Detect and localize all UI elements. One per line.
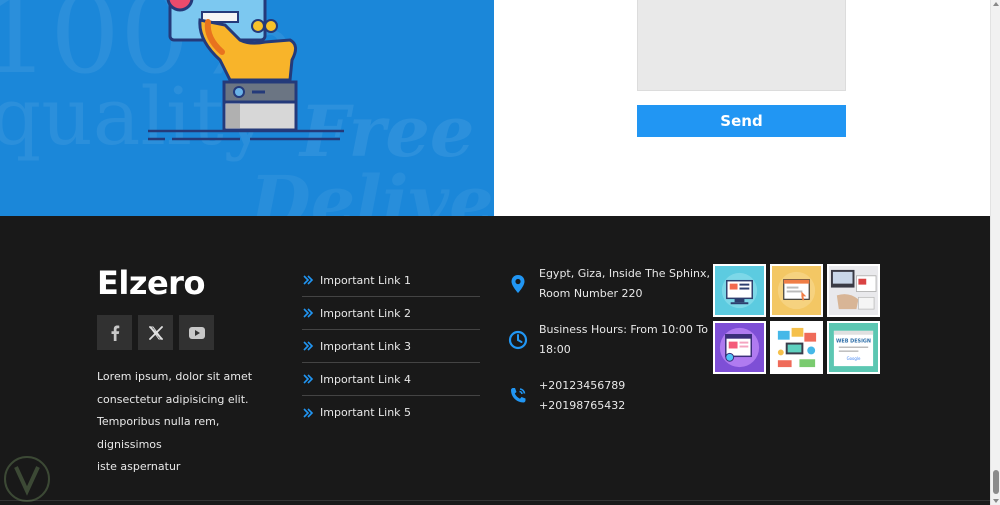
gallery-thumb-5[interactable] — [770, 321, 823, 374]
double-chevron-right-icon — [303, 374, 314, 384]
footer-link-label[interactable]: Important Link 5 — [320, 406, 411, 419]
gallery-image: WEB DESIGN Google — [829, 323, 878, 372]
hero-image: 100% quality Free Delivery — [0, 0, 494, 216]
gallery-image — [829, 266, 878, 315]
top-section: 100% quality Free Delivery — [0, 0, 990, 216]
about-line: iste aspernatur — [97, 460, 181, 473]
social-links — [97, 315, 214, 350]
x-twitter-button[interactable] — [138, 315, 173, 350]
contact-address: Egypt, Giza, Inside The Sphinx, Room Num… — [508, 264, 710, 304]
hours-line: Business Hours: From 10:00 To — [539, 323, 708, 336]
footer-link-4[interactable]: Important Link 4 — [302, 363, 480, 396]
page-scrollbar[interactable] — [990, 0, 1000, 505]
footer-link-3[interactable]: Important Link 3 — [302, 330, 480, 363]
scrollbar-thumb[interactable] — [993, 470, 999, 494]
address-line: Egypt, Giza, Inside The Sphinx, — [539, 267, 710, 280]
message-textarea[interactable] — [637, 0, 846, 91]
about-line: consectetur adipisicing elit. — [97, 392, 249, 406]
footer-links: Important Link 1 Important Link 2 Import… — [302, 264, 480, 429]
footer-link-label[interactable]: Important Link 4 — [320, 373, 411, 386]
send-button[interactable]: Send — [637, 105, 846, 137]
svg-text:Google: Google — [847, 356, 861, 361]
clock-icon — [508, 330, 528, 350]
footer-link-label[interactable]: Important Link 1 — [320, 274, 411, 287]
about-line: Temporibus nulla rem, dignissimos — [97, 415, 220, 451]
youtube-icon — [188, 326, 205, 339]
footer-divider — [0, 500, 990, 501]
youtube-button[interactable] — [179, 315, 214, 350]
phone-volume-icon — [511, 388, 526, 403]
footer: Elzero Lorem ipsum, dolor sit amet conse… — [0, 216, 990, 505]
footer-link-1[interactable]: Important Link 1 — [302, 264, 480, 297]
scroll-down-arrow-icon[interactable] — [993, 499, 999, 503]
location-pin-icon — [511, 275, 525, 293]
address-line: Room Number 220 — [539, 287, 643, 300]
page: 100% quality Free Delivery — [0, 0, 1000, 505]
about-line: Lorem ipsum, dolor sit amet — [97, 370, 253, 383]
gallery-image — [715, 266, 764, 315]
gallery-image — [772, 323, 821, 372]
hours-line: 18:00 — [539, 343, 571, 356]
footer-gallery: WEB DESIGN Google — [713, 264, 880, 374]
footer-brand: Elzero — [97, 264, 205, 302]
contact-hours: Business Hours: From 10:00 To 18:00 — [508, 320, 708, 360]
footer-link-label[interactable]: Important Link 2 — [320, 307, 411, 320]
double-chevron-right-icon — [303, 341, 314, 351]
svg-text:WEB DESIGN: WEB DESIGN — [836, 339, 871, 345]
gallery-thumb-4[interactable] — [713, 321, 766, 374]
footer-link-label[interactable]: Important Link 3 — [320, 340, 411, 353]
contact-form: Send — [494, 0, 990, 216]
phone-number: +20198765432 — [539, 399, 626, 412]
footer-about-text: Lorem ipsum, dolor sit amet consectetur … — [97, 366, 272, 479]
gallery-thumb-3[interactable] — [827, 264, 880, 317]
footer-contact-info: Egypt, Giza, Inside The Sphinx, Room Num… — [508, 264, 710, 432]
double-chevron-right-icon — [303, 407, 314, 418]
double-chevron-right-icon — [303, 275, 314, 285]
double-chevron-right-icon — [303, 308, 314, 318]
watermark-delivery: Delivery — [250, 160, 494, 216]
scroll-up-arrow-icon[interactable] — [993, 2, 999, 6]
gallery-thumb-2[interactable] — [770, 264, 823, 317]
phone-number: +20123456789 — [539, 379, 626, 392]
watermark-shield-logo — [4, 456, 50, 502]
facebook-button[interactable] — [97, 315, 132, 350]
hand-holding-box-illustration — [148, 0, 344, 141]
gallery-thumb-1[interactable] — [713, 264, 766, 317]
footer-link-5[interactable]: Important Link 5 — [302, 396, 480, 429]
gallery-thumb-6[interactable]: WEB DESIGN Google — [827, 321, 880, 374]
gallery-image — [715, 323, 764, 372]
footer-link-2[interactable]: Important Link 2 — [302, 297, 480, 330]
facebook-icon — [111, 325, 119, 341]
contact-phones: +20123456789 +20198765432 — [508, 376, 698, 416]
x-twitter-icon — [148, 325, 163, 340]
gallery-image — [772, 266, 821, 315]
